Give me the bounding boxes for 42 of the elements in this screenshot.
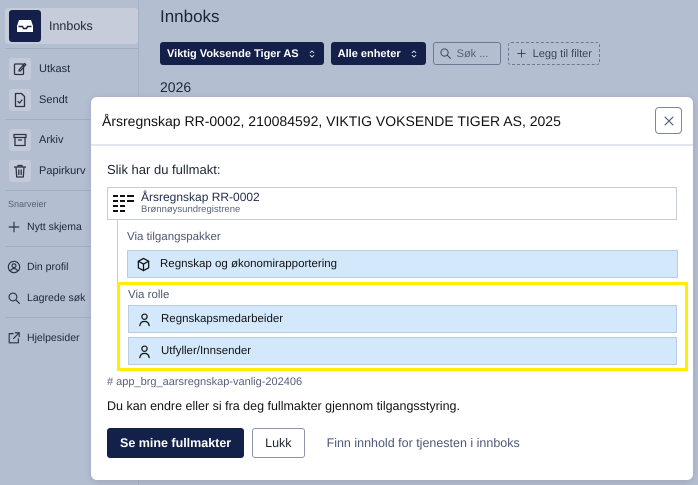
group-label: Via tilgangspakker (127, 230, 222, 245)
filter-dropdown[interactable]: Alle enheter (330, 42, 426, 65)
chevron-updown-icon (306, 48, 317, 60)
access-item: Regnskap og økonomirapportering (127, 250, 678, 278)
add-filter-button[interactable]: Legg til filter (508, 42, 600, 65)
profile-icon (7, 260, 21, 274)
archive-icon (9, 128, 31, 150)
inbox-icon (9, 10, 41, 42)
service-name: Årsregnskap RR-0002 (141, 191, 260, 204)
cube-icon (136, 256, 151, 272)
sidebar-item[interactable]: Utkast (5, 53, 138, 84)
page-title: Innboks (160, 7, 221, 27)
chevron-updown-icon (408, 48, 419, 60)
plus-icon (7, 220, 21, 234)
primary-button[interactable]: Se mine fullmakter (107, 428, 244, 458)
document-icon (9, 88, 31, 110)
plus-icon (516, 48, 527, 59)
search-icon (7, 290, 21, 304)
access-item: Utfyller/Innsender (128, 337, 677, 365)
close-icon (662, 114, 676, 128)
dialog-title: Årsregnskap RR-0002, 210084592, VIKTIG VOKSENDE TIGER AS, 2025 (102, 112, 561, 128)
person-icon (137, 344, 152, 358)
resource-id: # app_brg_aarsregnskap-vanlig-202406 (107, 376, 304, 388)
intro-text: Slik har du fullmakt: (107, 162, 222, 177)
info-text: Du kan endre eller si fra deg fullmakter gjennom tilgangsstyring. (107, 399, 461, 413)
sidebar-item[interactable]: Innboks (5, 8, 138, 44)
person-icon (137, 312, 152, 326)
search-icon (438, 47, 452, 60)
edit-icon (9, 58, 31, 80)
service-owner: Brønnøysundregistrene (141, 204, 242, 216)
group-label: Via rolle (128, 288, 170, 303)
section-heading: Snarveier (7, 198, 48, 211)
close-dialog-button[interactable]: Lukk (252, 428, 305, 458)
form-icon (113, 195, 135, 212)
access-item: Regnskapsmedarbeider (128, 305, 677, 333)
filter-dropdown[interactable]: Viktig Voksende Tiger AS (160, 42, 324, 65)
search-field[interactable]: Søk ... (432, 42, 501, 65)
trash-icon (9, 160, 31, 182)
year-heading: 2026 (160, 79, 192, 95)
external-link-icon (7, 330, 21, 344)
inbox-link[interactable]: Finn innhold for tjenesten i innboks (326, 436, 520, 450)
close-button[interactable] (655, 107, 682, 134)
